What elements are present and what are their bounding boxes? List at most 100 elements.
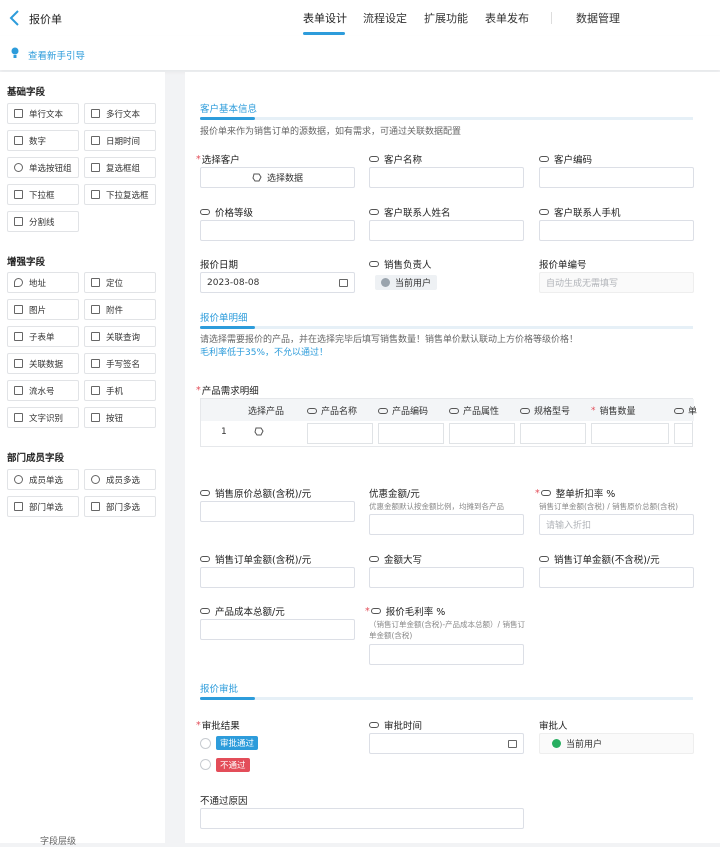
section-divider xyxy=(200,326,693,329)
enhanced-fields-title: 增强字段 xyxy=(7,257,46,268)
serial-icon xyxy=(14,386,23,395)
back-arrow-icon[interactable] xyxy=(8,9,22,27)
cell-spec[interactable] xyxy=(520,423,586,444)
field-attachment[interactable]: 附件 xyxy=(84,299,156,320)
label-amount-upper: 金额大写 xyxy=(369,552,422,566)
field-number[interactable]: 数字 xyxy=(7,130,79,151)
cell-product-attr[interactable] xyxy=(449,423,515,444)
field-member-multi[interactable]: 成员多选 xyxy=(84,469,156,490)
field-image[interactable]: 图片 xyxy=(7,299,79,320)
field-address[interactable]: 地址 xyxy=(7,272,79,293)
app-title: 报价单 xyxy=(29,13,62,26)
field-signature[interactable]: 手写签名 xyxy=(84,353,156,374)
field-ocr[interactable]: 文字识别 xyxy=(7,407,79,428)
radio-icon xyxy=(14,163,23,172)
section-detail-warning: 毛利率低于35%，不允以通过！ xyxy=(200,348,329,358)
order-amount-tax-input[interactable] xyxy=(200,567,355,588)
tab-data-manage[interactable]: 数据管理 xyxy=(576,10,620,26)
radio-pass[interactable] xyxy=(200,738,211,749)
fail-tag: 不通过 xyxy=(216,758,250,772)
label-product-detail: * 产品需求明细 xyxy=(196,384,259,398)
field-divider[interactable]: 分割线 xyxy=(7,211,79,232)
dropdown-icon xyxy=(14,190,23,199)
field-datetime[interactable]: 日期时间 xyxy=(84,130,156,151)
link-icon xyxy=(91,332,100,341)
gross-margin-input[interactable] xyxy=(369,644,524,665)
cell-product-name[interactable] xyxy=(307,423,373,444)
image-icon xyxy=(14,305,23,314)
field-related-data[interactable]: 关联数据 xyxy=(7,353,79,374)
tab-extend[interactable]: 扩展功能 xyxy=(424,10,468,26)
col-product-name: 产品名称 xyxy=(307,404,357,417)
label-price-level: 价格等级 xyxy=(200,205,253,219)
field-phone[interactable]: 手机 xyxy=(84,380,156,401)
label-reject-reason: 不通过原因 xyxy=(200,796,248,807)
field-dept-single[interactable]: 部门单选 xyxy=(7,496,79,517)
reject-reason-input[interactable] xyxy=(200,808,524,829)
quote-date-input[interactable]: 2023-08-08 xyxy=(200,272,355,293)
price-level-input[interactable] xyxy=(200,220,355,241)
field-button[interactable]: 按钮 xyxy=(84,407,156,428)
guide-link[interactable]: 查看新手引导 xyxy=(28,48,85,62)
field-single-text[interactable]: 单行文本 xyxy=(7,103,79,124)
label-select-customer: * 选择客户 xyxy=(196,153,240,167)
field-related-query[interactable]: 关联查询 xyxy=(84,326,156,347)
quote-no-input: 自动生成无需填写 xyxy=(539,272,694,293)
tab-publish[interactable]: 表单发布 xyxy=(485,10,529,26)
amount-upper-input[interactable] xyxy=(369,567,524,588)
label-customer-name: 客户名称 xyxy=(369,152,422,166)
discount-amount-input[interactable] xyxy=(369,514,524,535)
field-radio-group[interactable]: 单选按钮组 xyxy=(7,157,79,178)
field-serial-no[interactable]: 流水号 xyxy=(7,380,79,401)
tab-process[interactable]: 流程设定 xyxy=(363,10,407,26)
tab-form-design[interactable]: 表单设计 xyxy=(303,10,347,26)
dept-fields-title: 部门成员字段 xyxy=(7,453,65,464)
cell-unit-price[interactable] xyxy=(674,423,693,444)
section-divider xyxy=(200,697,693,700)
cost-total-input[interactable] xyxy=(200,619,355,640)
contact-phone-input[interactable] xyxy=(539,220,694,241)
text-icon xyxy=(14,109,23,118)
field-member-single[interactable]: 成员单选 xyxy=(7,469,79,490)
calendar-icon xyxy=(339,279,348,287)
field-dropdown[interactable]: 下拉框 xyxy=(7,184,79,205)
field-multi-text[interactable]: 多行文本 xyxy=(84,103,156,124)
label-contact-name: 客户联系人姓名 xyxy=(369,205,451,219)
label-order-amount-notax: 销售订单金额(不含税)/元 xyxy=(539,552,660,566)
calendar-icon xyxy=(508,740,517,748)
row-number: 1 xyxy=(221,427,227,437)
field-subform[interactable]: 子表单 xyxy=(7,326,79,347)
radio-fail[interactable] xyxy=(200,759,211,770)
order-amount-notax-input[interactable] xyxy=(539,567,694,588)
cell-product-code[interactable] xyxy=(378,423,444,444)
cell-sales-qty[interactable] xyxy=(591,423,669,444)
avatar-icon xyxy=(552,739,561,748)
section-detail-title: 报价单明细 xyxy=(200,313,248,324)
label-contact-phone: 客户联系人手机 xyxy=(539,205,621,219)
user-icon xyxy=(14,475,23,484)
select-data-button[interactable]: 选择数据 xyxy=(200,167,355,188)
original-total-input[interactable] xyxy=(200,501,355,522)
textarea-icon xyxy=(91,109,100,118)
approval-time-input[interactable] xyxy=(369,733,524,754)
lightbulb-icon xyxy=(11,47,19,58)
field-dropdown-multi[interactable]: 下拉复选框 xyxy=(84,184,156,205)
field-locate[interactable]: 定位 xyxy=(84,272,156,293)
sales-owner-chip[interactable]: 当前用户 xyxy=(375,275,438,290)
cloud-upload-icon xyxy=(91,305,100,314)
location-pin-icon xyxy=(14,278,23,287)
departments-icon xyxy=(91,502,100,511)
customer-code-input[interactable] xyxy=(539,167,694,188)
checkbox-icon xyxy=(91,163,100,172)
contact-name-input[interactable] xyxy=(369,220,524,241)
hand-pointer-icon[interactable] xyxy=(254,427,264,437)
customer-name-input[interactable] xyxy=(369,167,524,188)
field-dept-multi[interactable]: 部门多选 xyxy=(84,496,156,517)
label-approval-time: 审批时间 xyxy=(369,718,422,732)
field-hierarchy-link[interactable]: 字段层级 xyxy=(40,834,76,847)
discount-rate-note: 销售订单金额(含税) / 销售原价总额(含税) xyxy=(539,502,678,511)
field-checkbox-group[interactable]: 复选框组 xyxy=(84,157,156,178)
guide-bar xyxy=(0,36,720,70)
approver-field[interactable]: 当前用户 xyxy=(539,733,694,754)
discount-rate-input[interactable]: 请输入折扣 xyxy=(539,514,694,535)
